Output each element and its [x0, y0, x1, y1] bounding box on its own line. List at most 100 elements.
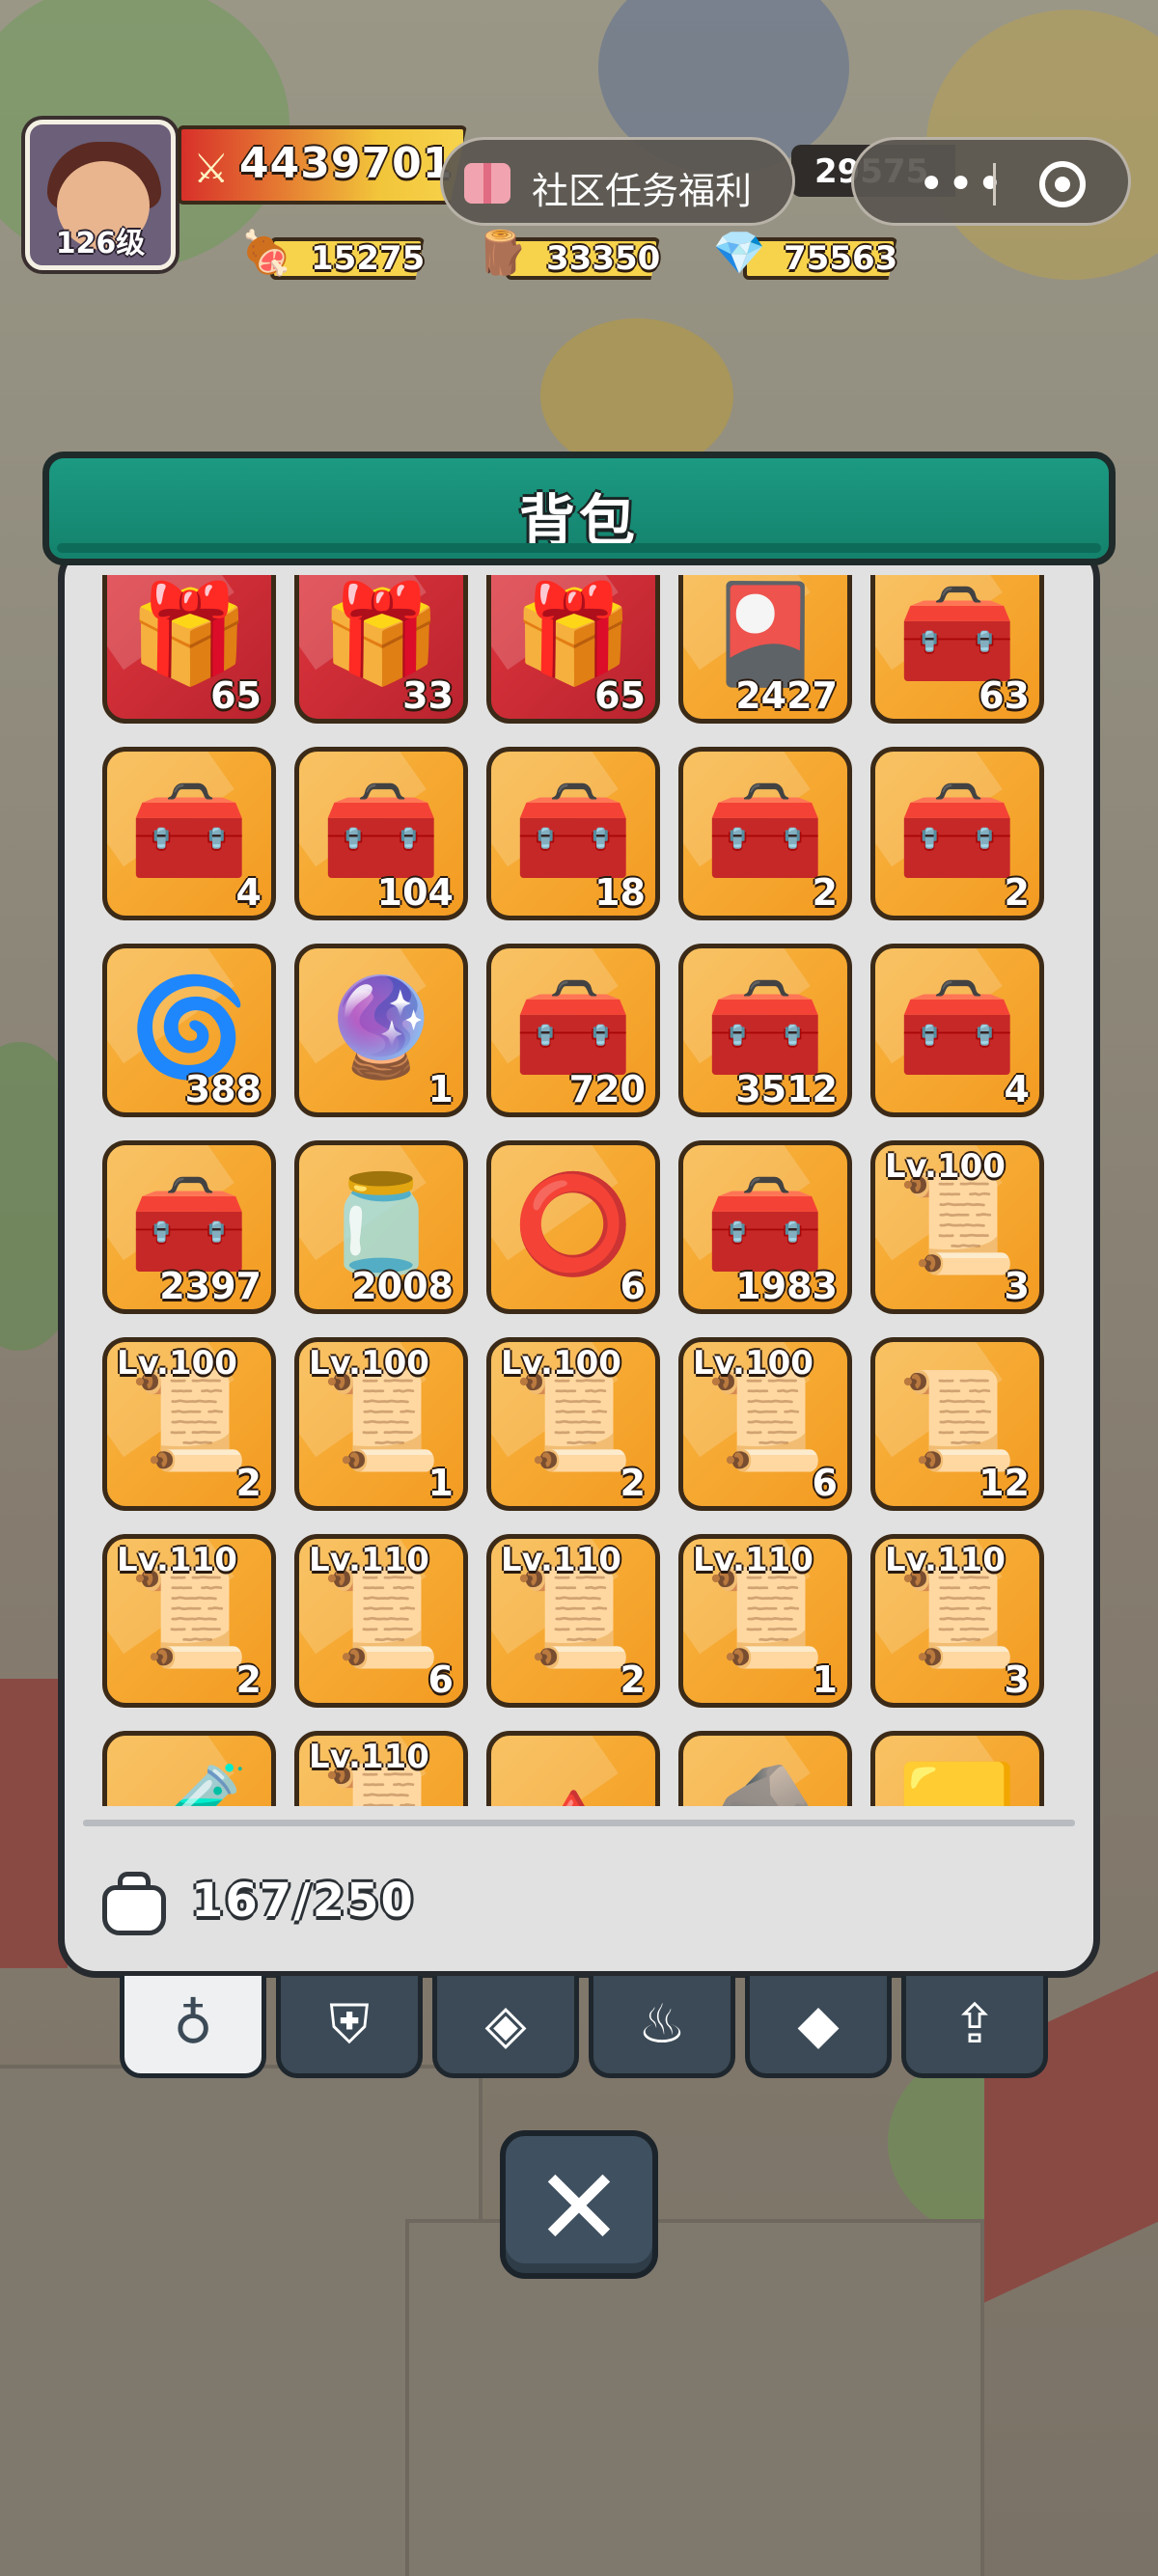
- item-slot[interactable]: 🟨: [870, 1731, 1044, 1806]
- close-target-icon[interactable]: [1039, 161, 1086, 207]
- item-count: 3: [1004, 1658, 1030, 1701]
- item-count: 2: [1004, 871, 1030, 914]
- item-slot[interactable]: 🧪: [102, 1731, 276, 1806]
- community-task-label: 社区任务福利: [532, 170, 753, 212]
- item-count: 6: [812, 1462, 838, 1504]
- item-count: 3: [1004, 1265, 1030, 1307]
- item-slot[interactable]: 📜 Lv.100 1: [294, 1337, 468, 1511]
- item-slot[interactable]: 🧰 18: [486, 747, 660, 920]
- crossed-swords-icon: ⚔: [193, 145, 230, 192]
- item-count: 18: [594, 871, 646, 914]
- item-slot[interactable]: 🧰 1983: [678, 1140, 852, 1314]
- meat-icon: 🍖: [239, 229, 293, 278]
- close-icon: ✕: [534, 2146, 624, 2269]
- item-count: 4: [235, 871, 262, 914]
- bag-icon: ♁: [173, 1993, 213, 2056]
- bag-capacity-icon: [98, 1868, 170, 1939]
- item-slot[interactable]: ⭕ 6: [486, 1140, 660, 1314]
- backpack-title: 背包: [518, 488, 639, 554]
- wood-value: 33350: [546, 239, 661, 278]
- meat-value: 15275: [311, 239, 426, 278]
- item-count: 2: [620, 1462, 646, 1504]
- item-count: 2008: [351, 1265, 454, 1307]
- player-level: 126级: [55, 227, 146, 260]
- item-slot[interactable]: 📜 Lv.110 1: [678, 1534, 852, 1708]
- item-count: 12: [979, 1462, 1030, 1504]
- item-slot[interactable]: 📜 Lv.100 2: [102, 1337, 276, 1511]
- item-count: 3512: [735, 1068, 838, 1110]
- item-slot[interactable]: 🔮 1: [294, 944, 468, 1117]
- tab-upgrade[interactable]: ⇪: [901, 1976, 1048, 2078]
- item-icon: 🟨: [875, 1757, 1039, 1806]
- item-slot[interactable]: 🧰 2397: [102, 1140, 276, 1314]
- armor-icon: ⛨: [329, 1993, 370, 2056]
- item-count: 65: [210, 674, 262, 717]
- player-avatar[interactable]: 126级: [25, 120, 176, 270]
- gift-icon: [464, 163, 510, 204]
- gem-value: 75563: [784, 239, 898, 278]
- item-level: Lv.100: [693, 1344, 813, 1383]
- item-count: 2427: [735, 674, 838, 717]
- item-level: Lv.110: [117, 1541, 237, 1579]
- item-slot[interactable]: 🎴 2427: [678, 575, 852, 724]
- item-slot[interactable]: 🧰 63: [870, 575, 1044, 724]
- community-task-button[interactable]: 社区任务福利: [440, 137, 795, 226]
- item-slot[interactable]: 📜 Lv.100 3: [870, 1140, 1044, 1314]
- item-level: Lv.100: [885, 1147, 1006, 1186]
- item-slot[interactable]: 📜 Lv.110 2: [486, 1534, 660, 1708]
- item-count: 388: [184, 1068, 262, 1110]
- tab-diamond[interactable]: ◆: [745, 1976, 892, 2078]
- item-count: 65: [594, 674, 646, 717]
- diamond-icon: ◆: [797, 1993, 840, 2056]
- item-count: 1983: [735, 1265, 838, 1307]
- item-slot[interactable]: 📜 Lv.110 6: [294, 1534, 468, 1708]
- capsule-divider: [993, 163, 996, 206]
- item-count: 2: [812, 871, 838, 914]
- tab-shard[interactable]: ◈: [432, 1976, 579, 2078]
- item-icon: 🧪: [107, 1757, 271, 1806]
- item-count: 4: [1004, 1068, 1030, 1110]
- item-level: Lv.110: [501, 1541, 621, 1579]
- item-level: Lv.100: [309, 1344, 429, 1383]
- item-slot[interactable]: 🔺: [486, 1731, 660, 1806]
- tab-bag[interactable]: ♁: [120, 1976, 266, 2078]
- item-slot[interactable]: 📜 Lv.110 2: [102, 1534, 276, 1708]
- item-slot[interactable]: 🪨: [678, 1731, 852, 1806]
- item-count: 1: [427, 1068, 454, 1110]
- item-slot[interactable]: 🧰 3512: [678, 944, 852, 1117]
- item-slot[interactable]: 🌀 388: [102, 944, 276, 1117]
- item-slot[interactable]: 📜 Lv.100 2: [486, 1337, 660, 1511]
- item-slot[interactable]: 🎁 65: [102, 575, 276, 724]
- miniprogram-capsule: •••: [851, 137, 1131, 226]
- item-slot[interactable]: 🧰 2: [870, 747, 1044, 920]
- item-slot[interactable]: 📜 Lv.110 3: [870, 1534, 1044, 1708]
- grid-divider: [83, 1820, 1075, 1826]
- shard-icon: ◈: [484, 1993, 527, 2056]
- item-slot[interactable]: 🧰 4: [102, 747, 276, 920]
- item-slot[interactable]: 📜 Lv.100 6: [678, 1337, 852, 1511]
- wood-icon: 🪵: [475, 229, 529, 278]
- item-slot[interactable]: 🧰 2: [678, 747, 852, 920]
- item-slot[interactable]: 📜Lv.110: [294, 1731, 468, 1806]
- item-slot[interactable]: 🧰 4: [870, 944, 1044, 1117]
- item-slot[interactable]: 🎁 33: [294, 575, 468, 724]
- item-count: 63: [979, 674, 1030, 717]
- item-slot[interactable]: 🎁 65: [486, 575, 660, 724]
- upgrade-icon: ⇪: [951, 1993, 998, 2056]
- item-slot[interactable]: 🧰 720: [486, 944, 660, 1117]
- bag-capacity: 167/250: [191, 1874, 415, 1928]
- close-button[interactable]: ✕: [500, 2130, 658, 2279]
- tab-armor[interactable]: ⛨: [276, 1976, 423, 2078]
- item-count: 6: [620, 1265, 646, 1307]
- item-slot[interactable]: 🧰 104: [294, 747, 468, 920]
- item-level: Lv.100: [117, 1344, 237, 1383]
- tab-fire[interactable]: ♨: [589, 1976, 735, 2078]
- item-slot[interactable]: 📜 12: [870, 1337, 1044, 1511]
- backpack-header: 背包: [42, 452, 1116, 565]
- item-grid-scroll[interactable]: 🎁 65 🎁 33 🎁 65 🎴 2427 🧰 63 🧰 4 🧰 104 🧰 18 🧰 2 🧰 2 🌀 388 🔮 1 🧰 720…: [102, 575, 1063, 1806]
- item-count: 1: [427, 1462, 454, 1504]
- item-slot[interactable]: 🫙 2008: [294, 1140, 468, 1314]
- item-level: Lv.110: [309, 1738, 429, 1776]
- item-count: 2397: [159, 1265, 262, 1307]
- combat-power-value: 4439701: [239, 139, 454, 188]
